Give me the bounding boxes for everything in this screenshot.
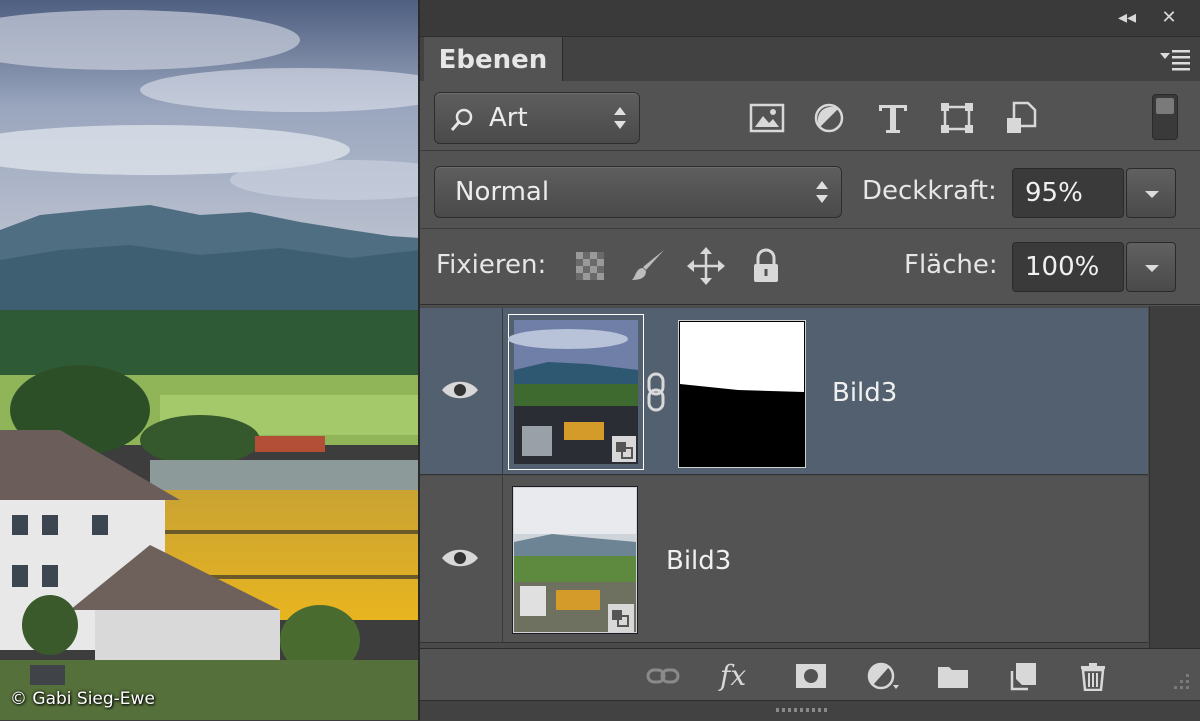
panel-bottom-grip[interactable]	[420, 700, 1200, 721]
layers-list: Bild3 Bild3	[420, 306, 1200, 648]
fill-label: Fläche:	[904, 250, 998, 280]
new-layer-icon[interactable]	[1006, 661, 1040, 691]
visibility-toggle[interactable]	[420, 476, 503, 642]
fill-dropdown-button[interactable]	[1126, 242, 1176, 292]
layer-name[interactable]: Bild3	[832, 378, 897, 408]
grip-dots-icon	[776, 708, 827, 712]
add-mask-icon[interactable]	[794, 661, 828, 691]
link-layers-icon[interactable]	[646, 661, 680, 691]
tab-layers[interactable]: Ebenen	[424, 37, 563, 81]
new-adjustment-layer-icon[interactable]	[866, 661, 900, 691]
visibility-toggle[interactable]	[420, 308, 503, 474]
fill-field[interactable]: 100%	[1012, 242, 1124, 292]
eye-icon	[442, 381, 478, 399]
search-icon	[450, 108, 473, 131]
shape-filter-icon[interactable]	[938, 100, 976, 136]
lock-transparent-pixels-icon[interactable]	[570, 246, 610, 286]
resize-grip-icon[interactable]	[1168, 668, 1192, 692]
trash-icon[interactable]	[1076, 661, 1110, 691]
panel-tab-row: Ebenen	[420, 37, 1200, 81]
photo-credit: © Gabi Sieg-Ewe	[10, 689, 155, 709]
opacity-dropdown-button[interactable]	[1126, 168, 1176, 218]
lock-position-icon[interactable]	[686, 246, 726, 286]
background-photo: © Gabi Sieg-Ewe	[0, 0, 420, 720]
layers-scrollbar[interactable]	[1149, 306, 1200, 648]
lock-all-icon[interactable]	[746, 246, 786, 286]
landscape-photo	[0, 0, 420, 720]
layer-thumbnail[interactable]	[508, 314, 644, 470]
updown-arrows-icon	[614, 107, 626, 129]
filter-kind-select[interactable]: Art	[434, 92, 640, 144]
layer-name[interactable]: Bild3	[666, 546, 731, 576]
opacity-field[interactable]: 95%	[1012, 168, 1124, 218]
lock-row: Fixieren: Fläche: 100%	[420, 230, 1200, 305]
filter-row: Art	[420, 82, 1200, 151]
lock-image-pixels-icon[interactable]	[628, 246, 668, 286]
opacity-label: Deckkraft:	[862, 176, 997, 206]
close-panel-icon[interactable]: ✕	[1156, 6, 1182, 30]
eye-icon	[442, 549, 478, 567]
chain-link-icon[interactable]	[646, 372, 666, 412]
layer-thumbnail[interactable]	[512, 486, 638, 634]
panel-title-bar[interactable]: ◂◂ ✕	[420, 0, 1200, 37]
layers-toolbar: fx	[420, 648, 1200, 701]
fx-icon[interactable]: fx	[720, 659, 764, 692]
new-group-icon[interactable]	[936, 661, 970, 691]
collapse-panel-icon[interactable]: ◂◂	[1114, 6, 1140, 30]
lock-label: Fixieren:	[436, 250, 547, 280]
type-filter-icon[interactable]	[874, 100, 912, 136]
smart-object-filter-icon[interactable]	[1002, 100, 1040, 136]
adjustment-filter-icon[interactable]	[810, 100, 848, 136]
layers-panel: ◂◂ ✕ Ebenen Art Normal Deckkraft: 95% Fi…	[418, 0, 1200, 721]
layer-row[interactable]: Bild3	[420, 308, 1148, 475]
image-filter-icon[interactable]	[748, 100, 786, 136]
filter-toggle-switch[interactable]	[1152, 94, 1178, 140]
layer-mask-thumbnail[interactable]	[678, 320, 806, 468]
blend-row: Normal Deckkraft: 95%	[420, 152, 1200, 229]
panel-menu-icon[interactable]	[1160, 47, 1190, 71]
filter-kind-label: Art	[489, 103, 528, 133]
layer-row[interactable]: Bild3	[420, 476, 1148, 643]
blend-mode-label: Normal	[455, 177, 550, 207]
updown-arrows-icon	[816, 181, 828, 203]
blend-mode-select[interactable]: Normal	[434, 166, 842, 218]
